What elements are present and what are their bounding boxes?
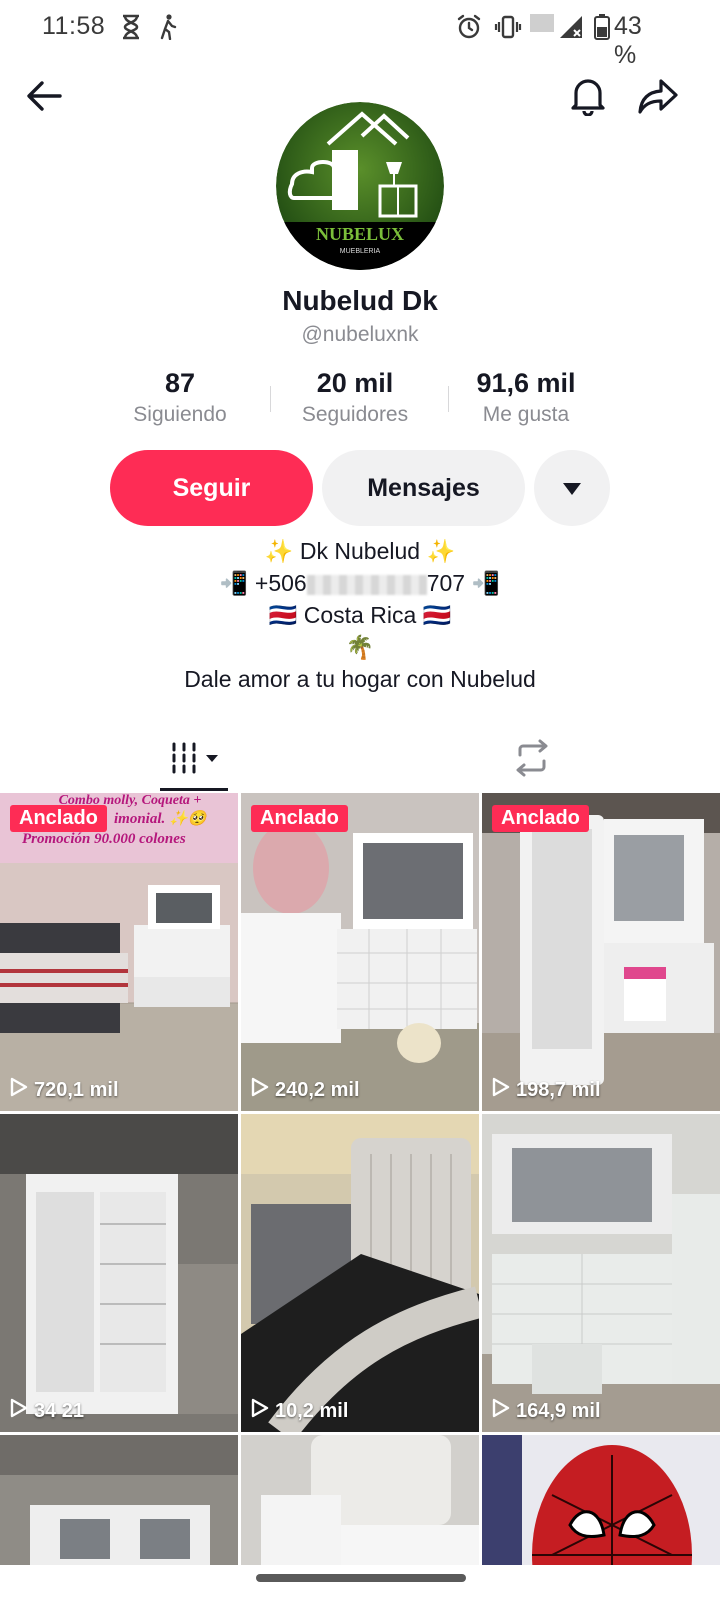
view-count: 720,1 mil — [10, 1077, 119, 1103]
video-thumbnail[interactable]: Anclado 240,2 mil — [241, 793, 479, 1111]
followers-label: Seguidores — [301, 403, 409, 426]
video-thumbnail[interactable]: 34 21 — [0, 1114, 238, 1432]
view-count-text: 10,2 mil — [275, 1399, 349, 1422]
view-count: 34 21 — [10, 1398, 84, 1424]
status-time: 11:58 — [42, 12, 106, 40]
bell-icon — [569, 76, 607, 121]
view-count: 164,9 mil — [492, 1398, 601, 1424]
alarm-icon — [456, 14, 482, 45]
avatar-logo-text: NUBELUX — [316, 224, 404, 244]
vibrate-icon — [494, 14, 522, 45]
bio-line-1: ✨ Dk Nubelud ✨ — [264, 538, 456, 564]
view-count: 240,2 mil — [251, 1077, 360, 1103]
video-thumbnail[interactable]: 10,2 mil — [241, 1114, 479, 1432]
videos-tab[interactable] — [16, 728, 376, 792]
battery-icon — [594, 14, 610, 45]
caret-down-icon — [562, 474, 582, 503]
home-indicator[interactable] — [256, 1574, 466, 1582]
grid-icon — [170, 741, 222, 780]
share-arrow-icon — [637, 77, 679, 120]
cell-signal-icon — [558, 14, 584, 45]
bio-line-2: 📲 +506 707 📲 — [0, 570, 720, 597]
play-icon — [492, 1077, 516, 1103]
play-icon — [10, 1077, 34, 1103]
share-button[interactable] — [632, 72, 684, 124]
stat-likes[interactable]: 91,6 mil Me gusta — [436, 368, 616, 427]
display-name: Nubelud Dk — [282, 285, 438, 316]
bio-line-5: Dale amor a tu hogar con Nubelud — [184, 666, 536, 692]
walking-icon — [158, 14, 178, 45]
bio-phone-prefix: 📲 +506 — [219, 570, 307, 596]
view-count-text: 34 21 — [34, 1399, 85, 1422]
stat-following[interactable]: 87 Siguiendo — [90, 368, 270, 427]
bio-line-3: 🇨🇷 Costa Rica 🇨🇷 — [268, 602, 452, 628]
profile-tabs — [0, 728, 720, 792]
video-thumbnail[interactable]: 164,9 mil — [482, 1114, 720, 1432]
play-icon — [492, 1398, 516, 1424]
message-button[interactable]: Mensajes — [322, 450, 525, 526]
overlay-text-3: Promoción 90.000 colones — [22, 831, 186, 847]
view-count: 198,7 mil — [492, 1077, 601, 1103]
battery-percent: 43 % — [614, 12, 642, 69]
username: @nubeluxnk — [301, 323, 419, 346]
followers-count: 20 mil — [316, 368, 394, 398]
pinned-badge: Anclado — [492, 805, 589, 832]
bio-line-4: 🌴 — [345, 634, 375, 660]
video-thumbnail[interactable]: Anclado 198,7 mil — [482, 793, 720, 1111]
view-count-text: 164,9 mil — [516, 1399, 601, 1422]
profile-stats: 87 Siguiendo 20 mil Seguidores 91,6 mil … — [0, 368, 720, 428]
avatar-sub-text: MUEBLERIA — [340, 248, 381, 255]
view-count-text: 240,2 mil — [275, 1078, 360, 1101]
overlay-text-2: imonial. ✨🥺 — [114, 811, 207, 827]
active-tab-indicator — [160, 788, 228, 791]
video-thumbnail[interactable] — [482, 1435, 720, 1565]
video-thumbnail[interactable]: Combo molly, Coqueta + imonial. ✨🥺 Promo… — [0, 793, 238, 1111]
play-icon — [10, 1398, 34, 1424]
avatar[interactable]: NUBELUX MUEBLERIA — [276, 102, 444, 270]
stat-followers[interactable]: 20 mil Seguidores — [265, 368, 445, 427]
repost-icon — [512, 739, 552, 782]
view-count-text: 720,1 mil — [34, 1078, 119, 1101]
reposts-tab[interactable] — [352, 728, 712, 792]
notifications-button[interactable] — [562, 72, 614, 124]
status-bar: 11:58 43 % — [0, 0, 720, 69]
pinned-badge: Anclado — [251, 805, 348, 832]
likes-count: 91,6 mil — [476, 368, 576, 398]
following-count: 87 — [164, 368, 196, 398]
video-thumbnail[interactable] — [241, 1435, 479, 1565]
redacted-phone — [306, 574, 427, 595]
more-options-button[interactable] — [534, 450, 610, 526]
arrow-left-icon — [24, 79, 64, 118]
play-icon — [251, 1077, 275, 1103]
view-count: 10,2 mil — [251, 1398, 348, 1424]
video-thumbnail[interactable] — [0, 1435, 238, 1565]
likes-label: Me gusta — [482, 403, 570, 426]
play-icon — [251, 1398, 275, 1424]
pinned-badge: Anclado — [10, 805, 107, 832]
view-count-text: 198,7 mil — [516, 1078, 601, 1101]
follow-button[interactable]: Seguir — [110, 450, 313, 526]
following-label: Siguiendo — [133, 403, 227, 426]
wifi-signal-icon — [530, 14, 554, 43]
bio-phone-suffix: 707 📲 — [426, 570, 501, 596]
back-button[interactable] — [18, 72, 70, 124]
hourglass-icon — [120, 14, 142, 45]
